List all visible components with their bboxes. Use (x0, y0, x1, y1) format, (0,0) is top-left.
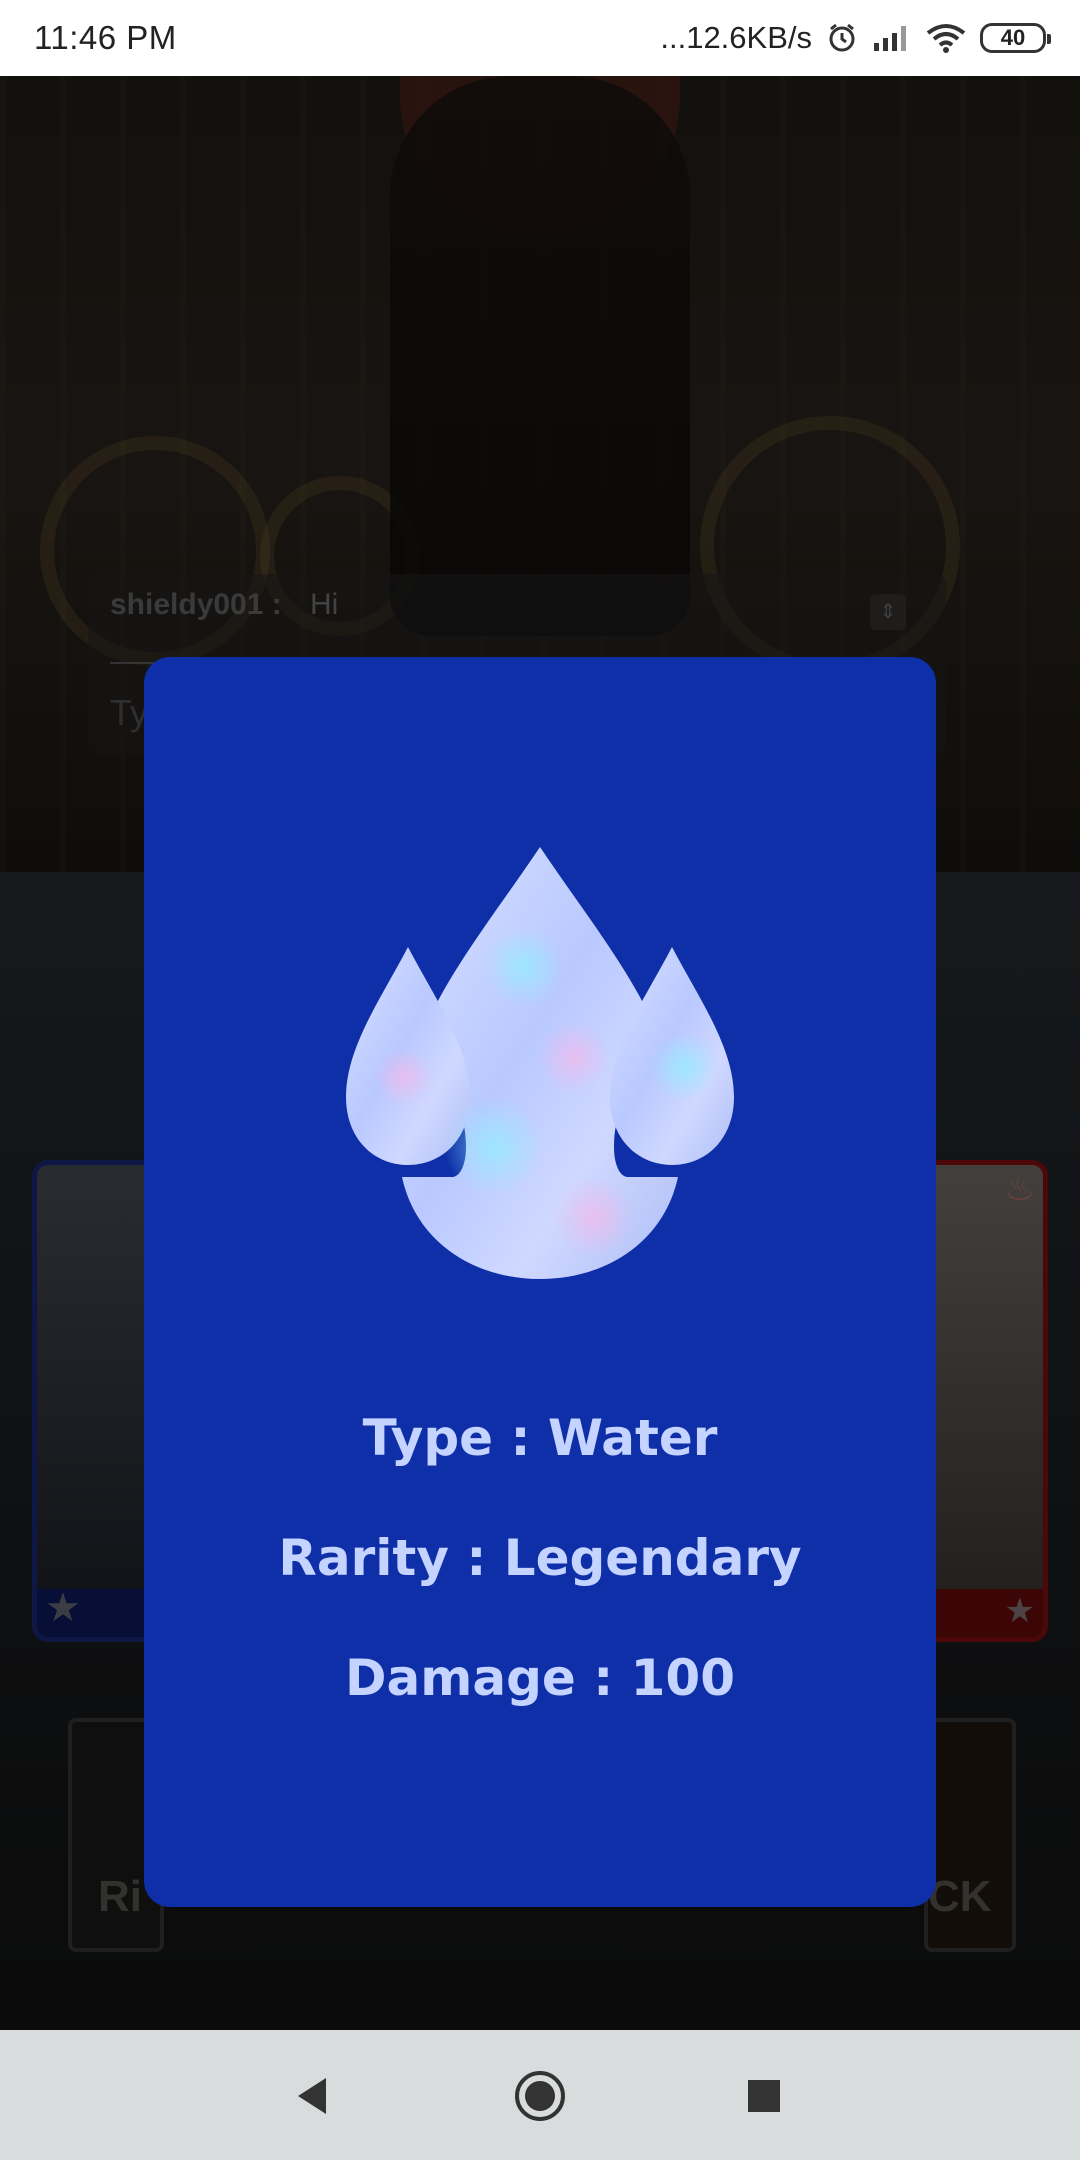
back-icon[interactable] (282, 2066, 342, 2126)
alarm-icon (826, 22, 858, 54)
status-bar: 11:46 PM ...12.6KB/s 40 (0, 0, 1080, 76)
card-detail-modal[interactable]: Type : Water Rarity : Legendary Damage :… (144, 657, 936, 1907)
battery-icon: 40 (980, 23, 1051, 53)
signal-icon (872, 23, 912, 53)
status-time: 11:46 PM (34, 19, 177, 56)
card-damage-text: Damage : 100 (345, 1649, 735, 1707)
home-icon[interactable] (510, 2066, 570, 2126)
navigation-bar (0, 2030, 1080, 2160)
water-drops-icon (346, 847, 734, 1279)
card-rarity-text: Rarity : Legendary (278, 1529, 802, 1587)
recents-icon[interactable] (734, 2066, 794, 2126)
network-speed: ...12.6KB/s (660, 20, 812, 55)
card-type-text: Type : Water (362, 1409, 718, 1467)
status-icons: ...12.6KB/s 40 (660, 20, 1051, 56)
wifi-icon (926, 23, 966, 53)
